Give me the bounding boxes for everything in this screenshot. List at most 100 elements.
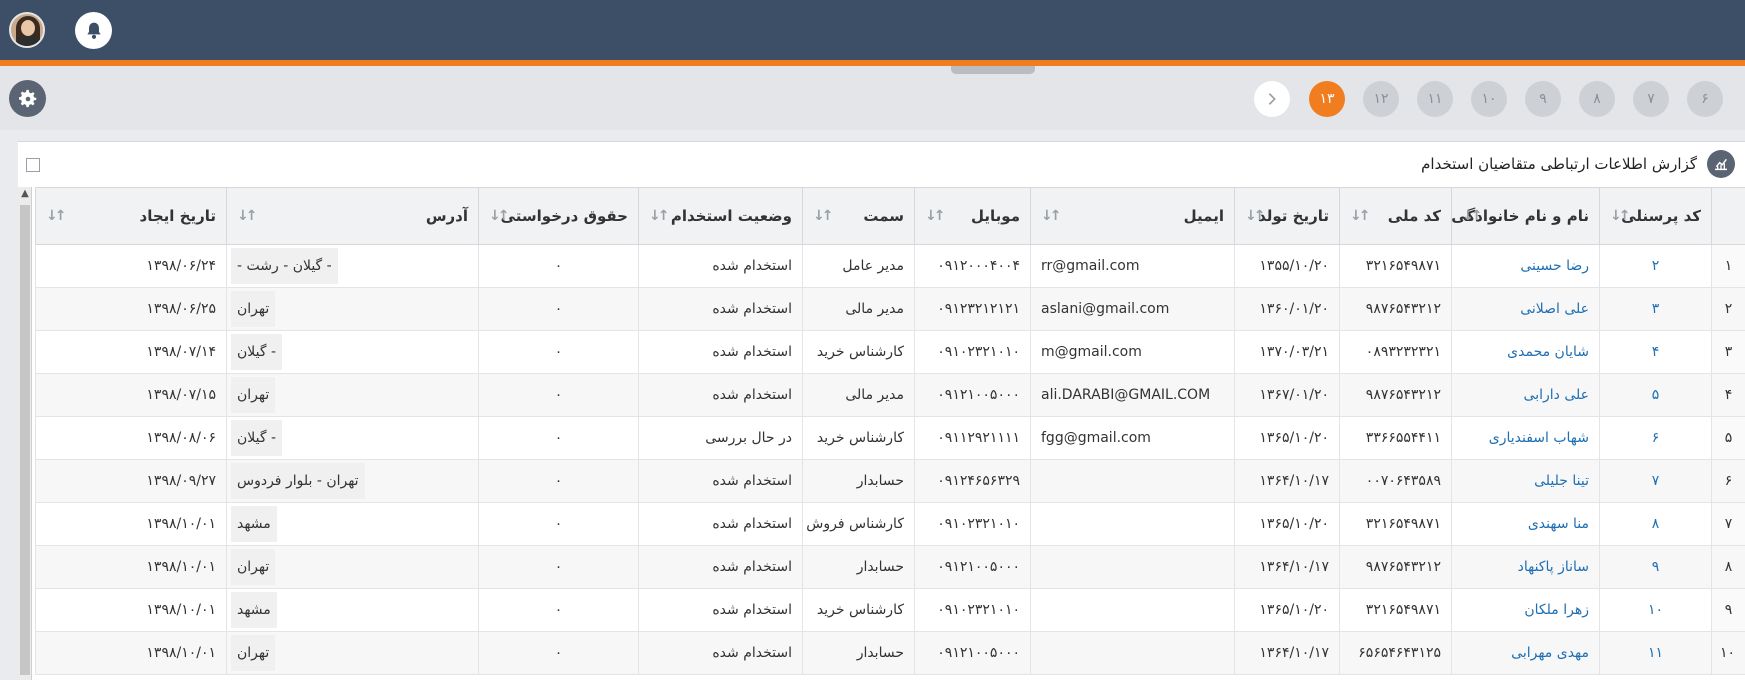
email-cell [1030,502,1235,546]
table-row[interactable]: ۸ ۹ ساناز پاکنهاد ۹۸۷۶۵۴۳۲۱۲ ۱۳۶۴/۱۰/۱۷ ۰۹۱۲۱… [35,545,1745,589]
row-number-cell: ۷ [1711,502,1745,546]
page-12-button[interactable]: ۱۲ [1363,81,1399,117]
table-row[interactable]: ۷ ۸ منا سهندی ۳۲۱۶۵۴۹۸۷۱ ۱۳۶۵/۱۰/۲۰ ۰۹۱۰۲۳۲۱۰… [35,502,1745,546]
sort-icon[interactable]: ↑↓ [1350,208,1371,224]
notification-button[interactable] [75,12,112,49]
header-created-date[interactable]: تاریخ ایجاد ↑↓ [35,187,227,245]
header-full-name[interactable]: نام و نام خانوادگی ↑↓ [1451,187,1600,245]
address-cell: - گیلان [226,330,479,374]
email-cell: m@gmail.com [1030,330,1235,374]
sort-icon[interactable]: ↑↓ [1041,208,1062,224]
pagination-next-button[interactable] [1254,81,1290,117]
sort-icon[interactable]: ↑↓ [813,208,834,224]
page-6-button[interactable]: ۶ [1687,81,1723,117]
sort-icon[interactable]: ↑↓ [237,208,258,224]
full-name-cell[interactable]: ساناز پاکنهاد [1451,545,1600,589]
page-7-button[interactable]: ۷ [1633,81,1669,117]
employment-status-cell: استخدام شده [638,459,803,503]
scroll-up-icon[interactable]: ▲ [18,187,32,201]
header-national-id[interactable]: کد ملی ↑↓ [1339,187,1452,245]
row-number-cell: ۳ [1711,330,1745,374]
personnel-code-cell[interactable]: ۶ [1599,416,1712,460]
full-name-cell[interactable]: علی اصلانی [1451,287,1600,331]
birth-date-cell: ۱۳۶۵/۱۰/۲۰ [1234,588,1340,632]
requested-salary-cell: ۰ [478,244,639,288]
sort-icon[interactable]: ↑↓ [649,208,670,224]
address-cell: تهران [226,287,479,331]
page-8-button[interactable]: ۸ [1579,81,1615,117]
created-date-cell: ۱۳۹۸/۰۷/۱۵ [35,373,227,417]
full-name-cell[interactable]: رضا حسینی [1451,244,1600,288]
personnel-code-cell[interactable]: ۱۱ [1599,631,1712,675]
table-row[interactable]: ۳ ۴ شایان محمدی ۰۸۹۳۲۳۲۳۲۱ ۱۳۷۰/۰۳/۲۱ m@gmail… [35,330,1745,374]
settings-button[interactable] [9,80,46,117]
personnel-code-cell[interactable]: ۱۰ [1599,588,1712,632]
row-number-cell: ۴ [1711,373,1745,417]
table-row[interactable]: ۶ ۷ تینا جلیلی ۰۰۷۰۶۴۳۵۸۹ ۱۳۶۴/۱۰/۱۷ ۰۹۱۲۴۶۵۶… [35,459,1745,503]
created-date-cell: ۱۳۹۸/۰۷/۱۴ [35,330,227,374]
table-row[interactable]: ۱ ۲ رضا حسینی ۳۲۱۶۵۴۹۸۷۱ ۱۳۵۵/۱۰/۲۰ rr@gmail.… [35,244,1745,288]
employment-status-cell: استخدام شده [638,244,803,288]
page-13-button[interactable]: ۱۳ [1309,81,1345,117]
full-name-cell[interactable]: علی دارابی [1451,373,1600,417]
created-date-cell: ۱۳۹۸/۰۹/۲۷ [35,459,227,503]
position-cell: مدیر مالی [802,373,915,417]
personnel-code-cell[interactable]: ۷ [1599,459,1712,503]
address-cell: - گیلان [226,416,479,460]
table-row[interactable]: ۵ ۶ شهاب اسفندیاری ۳۳۶۶۵۵۴۴۱۱ ۱۳۶۵/۱۰/۲۰ fgg@… [35,416,1745,460]
header-birth-date[interactable]: تاریخ تولد ↑↓ [1234,187,1340,245]
page-11-button[interactable]: ۱۱ [1417,81,1453,117]
employment-status-cell: استخدام شده [638,287,803,331]
header-mobile[interactable]: موبایل ↑↓ [914,187,1031,245]
table-row[interactable]: ۲ ۳ علی اصلانی ۹۸۷۶۵۴۳۲۱۲ ۱۳۶۰/۰۱/۲۰ aslani@g… [35,287,1745,331]
table-header-row: کد پرسنلی ↑↓ نام و نام خانوادگی ↑↓ کد ملی ↑… [35,187,1745,245]
sort-icon[interactable]: ↑↓ [925,208,946,224]
header-personnel-code[interactable]: کد پرسنلی ↑↓ [1599,187,1712,245]
header-requested-salary[interactable]: حقوق درخواستی ↑↓ [478,187,639,245]
position-cell: حسابدار [802,459,915,503]
full-name-cell[interactable]: مهدی مهرابی [1451,631,1600,675]
row-number-cell: ۸ [1711,545,1745,589]
requested-salary-cell: ۰ [478,330,639,374]
header-email[interactable]: ایمیل ↑↓ [1030,187,1235,245]
full-name-cell[interactable]: شهاب اسفندیاری [1451,416,1600,460]
sort-icon[interactable]: ↑↓ [46,208,67,224]
email-cell [1030,588,1235,632]
resize-grip[interactable] [951,66,1035,74]
scroll-thumb[interactable] [20,205,30,675]
sort-icon[interactable]: ↑↓ [489,208,510,224]
personnel-code-cell[interactable]: ۵ [1599,373,1712,417]
email-cell [1030,459,1235,503]
position-cell: کارشناس خرید [802,588,915,632]
full-name-cell[interactable]: زهرا ملکان [1451,588,1600,632]
personnel-code-cell[interactable]: ۸ [1599,502,1712,546]
page-9-button[interactable]: ۹ [1525,81,1561,117]
page-10-button[interactable]: ۱۰ [1471,81,1507,117]
sort-icon[interactable]: ↑↓ [1462,208,1483,224]
table-row[interactable]: ۴ ۵ علی دارابی ۹۸۷۶۵۴۳۲۱۲ ۱۳۶۷/۰۱/۲۰ ali.DARA… [35,373,1745,417]
header-employment-status[interactable]: وضعیت استخدام ↑↓ [638,187,803,245]
sort-icon[interactable]: ↑↓ [1245,208,1266,224]
header-position[interactable]: سمت ↑↓ [802,187,915,245]
birth-date-cell: ۱۳۶۰/۰۱/۲۰ [1234,287,1340,331]
sort-icon[interactable]: ↑↓ [1610,208,1631,224]
personnel-code-cell[interactable]: ۹ [1599,545,1712,589]
national-id-cell: ۳۲۱۶۵۴۹۸۷۱ [1339,502,1452,546]
table-row[interactable]: ۹ ۱۰ زهرا ملکان ۳۲۱۶۵۴۹۸۷۱ ۱۳۶۵/۱۰/۲۰ ۰۹۱۰۲۳۲… [35,588,1745,632]
created-date-cell: ۱۳۹۸/۰۸/۰۶ [35,416,227,460]
table-row[interactable]: ۱۰ ۱۱ مهدی مهرابی ۶۵۶۵۴۶۴۳۱۲۵ ۱۳۶۴/۱۰/۱۷ ۰۹۱۲… [35,631,1745,675]
full-name-cell[interactable]: تینا جلیلی [1451,459,1600,503]
user-avatar[interactable] [9,12,45,48]
mobile-cell: ۰۹۱۲۴۶۵۶۳۲۹ [914,459,1031,503]
header-address[interactable]: آدرس ↑↓ [226,187,479,245]
personnel-code-cell[interactable]: ۳ [1599,287,1712,331]
full-name-cell[interactable]: شایان محمدی [1451,330,1600,374]
table-scrollbar[interactable]: ▲ [18,187,32,680]
full-name-cell[interactable]: منا سهندی [1451,502,1600,546]
email-cell: fgg@gmail.com [1030,416,1235,460]
personnel-code-cell[interactable]: ۴ [1599,330,1712,374]
personnel-code-cell[interactable]: ۲ [1599,244,1712,288]
national-id-cell: ۶۵۶۵۴۶۴۳۱۲۵ [1339,631,1452,675]
panel-checkbox[interactable] [26,158,40,172]
row-number-cell: ۹ [1711,588,1745,632]
